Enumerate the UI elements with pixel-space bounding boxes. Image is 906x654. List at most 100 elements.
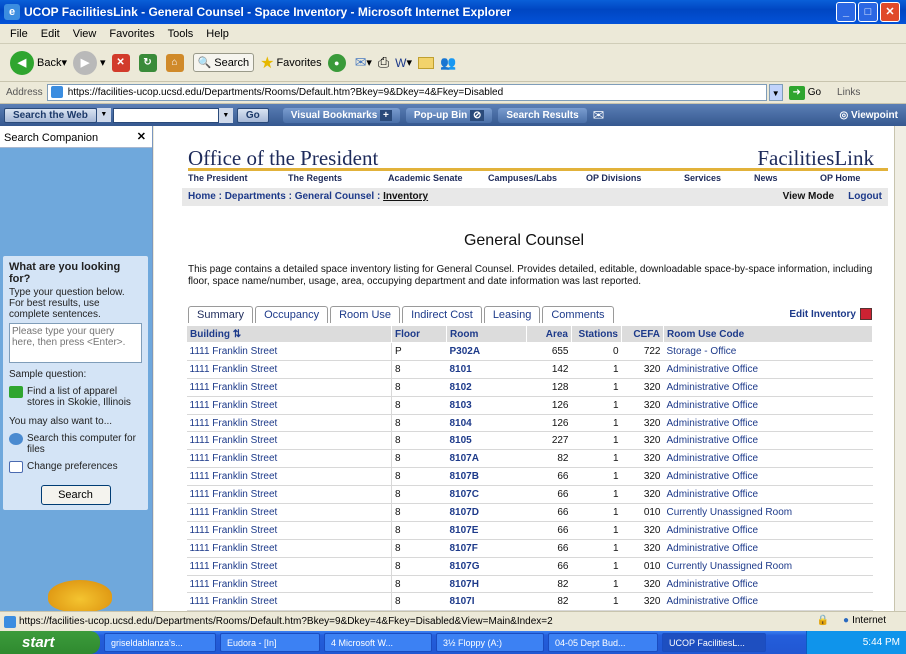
nav-op-home[interactable]: OP Home xyxy=(820,173,860,187)
cell-room-use[interactable]: Administrative Office xyxy=(663,449,873,469)
cell-room-use[interactable]: Administrative Office xyxy=(663,575,873,594)
cell-room-use[interactable]: Administrative Office xyxy=(663,539,873,558)
search-results-link[interactable]: Search Results xyxy=(498,107,587,123)
minimize-button[interactable]: _ xyxy=(836,2,856,22)
cell-room[interactable]: 8105 xyxy=(446,431,527,451)
search-web-dropdown-icon-2[interactable]: ▼ xyxy=(218,107,233,123)
cell-room[interactable]: 8101 xyxy=(446,360,527,379)
messenger-button[interactable]: 👥 xyxy=(440,55,456,71)
favorites-button[interactable]: ★ Favorites xyxy=(260,53,322,73)
forward-button[interactable]: ▶ ▾ xyxy=(73,50,106,75)
menu-tools[interactable]: Tools xyxy=(168,28,194,40)
task-floppy[interactable]: 3½ Floppy (A:) xyxy=(436,633,544,652)
popup-bin-link[interactable]: Pop-up Bin ⊘ xyxy=(405,107,493,123)
cell-room-use[interactable]: Administrative Office xyxy=(663,592,873,611)
tab-room-use[interactable]: Room Use xyxy=(330,306,401,323)
start-button[interactable]: start xyxy=(0,631,100,654)
tab-leasing[interactable]: Leasing xyxy=(483,306,541,323)
cell-room-use[interactable]: Administrative Office xyxy=(663,431,873,451)
nav-op-divisions[interactable]: OP Divisions xyxy=(586,173,684,187)
cell-building[interactable]: 1111 Franklin Street xyxy=(186,396,392,415)
cell-room[interactable]: 8107D xyxy=(446,503,527,522)
close-panel-icon[interactable]: ✕ xyxy=(137,130,146,143)
menu-view[interactable]: View xyxy=(73,28,97,40)
cell-building[interactable]: 1111 Franklin Street xyxy=(186,449,392,469)
logout-link[interactable]: Logout xyxy=(848,191,882,203)
cell-room[interactable]: P302A xyxy=(446,342,527,361)
menu-favorites[interactable]: Favorites xyxy=(109,28,154,40)
query-textarea[interactable] xyxy=(9,323,142,363)
maximize-button[interactable]: □ xyxy=(858,2,878,22)
envelope-icon[interactable]: ✉ xyxy=(593,107,605,124)
cell-room-use[interactable]: Storage - Office xyxy=(663,342,873,361)
cell-building[interactable]: 1111 Franklin Street xyxy=(186,414,392,433)
tab-summary[interactable]: Summary xyxy=(188,306,254,323)
back-button[interactable]: ◀ Back ▾ xyxy=(10,50,67,75)
cell-room[interactable]: 8107B xyxy=(446,467,527,487)
cell-room-use[interactable]: Administrative Office xyxy=(663,414,873,433)
links-label[interactable]: Links xyxy=(837,87,860,98)
col-building[interactable]: Building ⇅ xyxy=(186,325,392,343)
sample-question-link[interactable]: Find a list of apparel stores in Skokie,… xyxy=(9,386,142,408)
print-button[interactable]: ⎙ xyxy=(378,54,389,71)
refresh-button[interactable]: ↻ xyxy=(138,53,160,72)
task-griseldablanza[interactable]: griseldablanza's... xyxy=(104,633,216,652)
cell-building[interactable]: 1111 Franklin Street xyxy=(186,503,392,522)
cell-room[interactable]: 8103 xyxy=(446,396,527,415)
edit-button[interactable]: W ▾ xyxy=(395,56,412,70)
cell-room-use[interactable]: Administrative Office xyxy=(663,467,873,487)
breadcrumb-departments[interactable]: Departments xyxy=(225,191,286,203)
cell-building[interactable]: 1111 Franklin Street xyxy=(186,485,392,505)
search-computer-link[interactable]: Search this computer for files xyxy=(9,433,142,455)
col-floor[interactable]: Floor xyxy=(391,325,447,343)
cell-building[interactable]: 1111 Franklin Street xyxy=(186,360,392,379)
search-button[interactable]: 🔍 Search xyxy=(192,53,255,72)
cell-room-use[interactable]: Administrative Office xyxy=(663,378,873,397)
cell-room-use[interactable]: Administrative Office xyxy=(663,521,873,540)
media-button[interactable]: ● xyxy=(327,53,349,72)
nav-services[interactable]: Services xyxy=(684,173,754,187)
col-room[interactable]: Room xyxy=(446,325,527,343)
search-web-input[interactable] xyxy=(112,107,219,123)
stop-button[interactable]: ✕ xyxy=(111,53,133,72)
nav-president[interactable]: The President xyxy=(188,173,288,187)
discuss-button[interactable] xyxy=(418,56,435,69)
change-preferences-link[interactable]: Change preferences xyxy=(9,461,142,473)
cell-building[interactable]: 1111 Franklin Street xyxy=(186,521,392,540)
breadcrumb-general-counsel[interactable]: General Counsel xyxy=(295,191,374,203)
cell-room-use[interactable]: Currently Unassigned Room xyxy=(663,557,873,576)
search-web-button[interactable]: Search the Web xyxy=(4,107,97,123)
cell-room-use[interactable]: Administrative Office xyxy=(663,396,873,415)
vertical-scrollbar[interactable] xyxy=(894,126,906,611)
col-stations[interactable]: Stations xyxy=(571,325,622,343)
menu-edit[interactable]: Edit xyxy=(41,28,60,40)
tab-indirect-cost[interactable]: Indirect Cost xyxy=(402,306,482,323)
rover-dog-icon[interactable] xyxy=(48,580,112,611)
task-microsoft-word[interactable]: 4 Microsoft W... xyxy=(324,633,432,652)
cell-room[interactable]: 8104 xyxy=(446,414,527,433)
nav-academic-senate[interactable]: Academic Senate xyxy=(388,173,488,187)
cell-room-use[interactable]: Currently Unassigned Room xyxy=(663,503,873,522)
cell-room[interactable]: 8107E xyxy=(446,521,527,540)
visual-bookmarks-link[interactable]: Visual Bookmarks + xyxy=(282,107,400,123)
cell-building[interactable]: 1111 Franklin Street xyxy=(186,342,392,361)
menu-help[interactable]: Help xyxy=(206,28,229,40)
task-dept-budget[interactable]: 04-05 Dept Bud... xyxy=(548,633,658,652)
viewpoint-link[interactable]: ◎ Viewpoint xyxy=(839,110,898,121)
cell-building[interactable]: 1111 Franklin Street xyxy=(186,575,392,594)
cell-building[interactable]: 1111 Franklin Street xyxy=(186,431,392,451)
cell-room[interactable]: 8107C xyxy=(446,485,527,505)
go-button[interactable]: ➜ Go xyxy=(788,85,821,100)
cell-building[interactable]: 1111 Franklin Street xyxy=(186,557,392,576)
cell-room[interactable]: 8107I xyxy=(446,592,527,611)
address-dropdown-icon[interactable]: ▼ xyxy=(768,84,783,101)
search-web-dropdown-icon[interactable]: ▼ xyxy=(96,108,111,122)
mail-button[interactable]: ✉ ▾ xyxy=(355,54,372,71)
companion-search-button[interactable]: Search xyxy=(40,485,111,505)
cell-room-use[interactable]: Administrative Office xyxy=(663,360,873,379)
view-mode-link[interactable]: View Mode xyxy=(783,191,835,203)
col-room-use-code[interactable]: Room Use Code xyxy=(663,325,873,343)
address-input[interactable]: https://facilities-ucop.ucsd.edu/Departm… xyxy=(46,84,767,101)
breadcrumb-inventory[interactable]: Inventory xyxy=(383,191,428,203)
task-eudora[interactable]: Eudora - [In] xyxy=(220,633,320,652)
